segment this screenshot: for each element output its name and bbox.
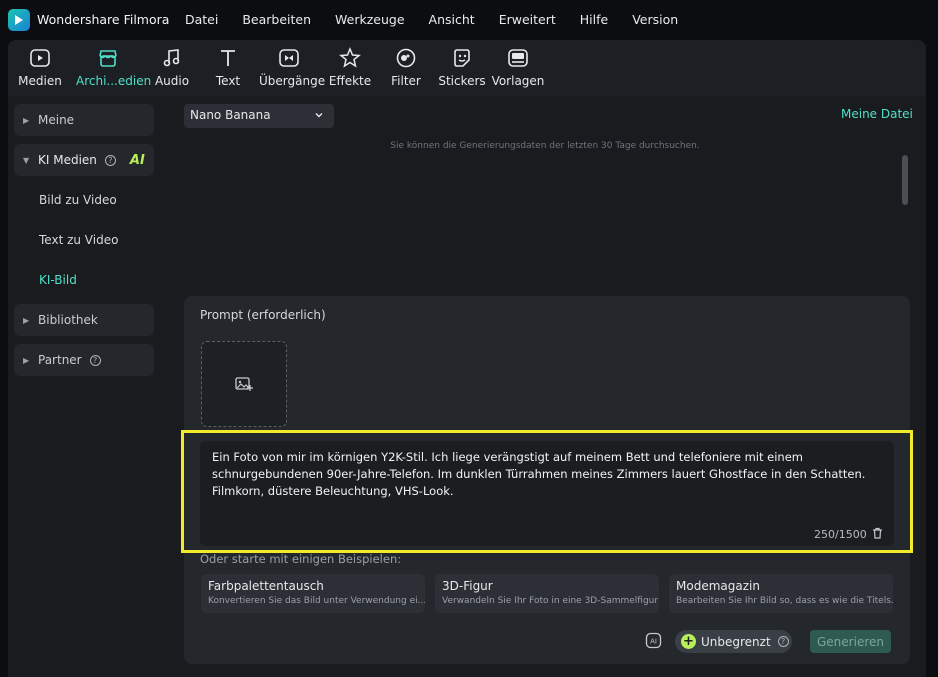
template-icon: [508, 49, 528, 67]
tool-vorlagen[interactable]: Vorlagen: [488, 46, 548, 88]
tool-label: Text: [215, 74, 241, 88]
example-card-desc: Konvertieren Sie das Bild unter Verwendu…: [208, 596, 425, 606]
media-toolbar: Medien Archi...edien Audio Text Übergäng…: [8, 40, 926, 96]
tool-label: Audio: [154, 74, 190, 88]
caret-right-icon: ▶: [23, 356, 30, 365]
tool-text[interactable]: Text: [198, 46, 258, 88]
filmora-logo-icon: [8, 9, 30, 31]
highlight-box: [181, 430, 913, 553]
app-title: Wondershare Filmora: [37, 12, 170, 27]
sidebar-item-meine[interactable]: ▶ Meine: [14, 104, 154, 136]
plus-icon: +: [681, 634, 696, 649]
example-card-3d-figur[interactable]: 3D-Figur Verwandeln Sie Ihr Foto in eine…: [435, 574, 659, 613]
menu-bearbeiten[interactable]: Bearbeiten: [242, 12, 311, 27]
tool-label: Effekte: [328, 74, 372, 88]
sidebar-item-text-zu-video[interactable]: Text zu Video: [39, 233, 118, 247]
tool-effekte[interactable]: Effekte: [320, 46, 380, 88]
tool-label: Archi...edien: [76, 74, 152, 88]
example-card-title: 3D-Figur: [442, 579, 493, 593]
image-upload-area[interactable]: [201, 341, 287, 427]
tool-label: Übergänge: [259, 74, 326, 88]
effects-star-icon: [339, 47, 361, 68]
sidebar-item-bibliothek[interactable]: ▶ Bibliothek: [14, 304, 154, 336]
examples-label: Oder starte mit einigen Beispielen:: [200, 552, 402, 566]
example-card-desc: Verwandeln Sie Ihr Foto in eine 3D-Samme…: [442, 596, 659, 606]
sidebar-item-ki-bild[interactable]: KI-Bild: [39, 273, 77, 287]
text-icon: [221, 50, 235, 66]
svg-text:AI: AI: [650, 638, 657, 646]
menu-erweitert[interactable]: Erweitert: [499, 12, 556, 27]
chevron-down-icon: [314, 109, 324, 123]
menu-version[interactable]: Version: [632, 12, 678, 27]
ai-badge: AI: [129, 152, 145, 168]
unlimited-credits-button[interactable]: + Unbegrenzt ?: [675, 630, 792, 653]
menu-werkzeuge[interactable]: Werkzeuge: [335, 12, 405, 27]
sidebar-item-ki-medien[interactable]: ▼ KI Medien ? AI: [14, 144, 154, 176]
menu-bar: Datei Bearbeiten Werkzeuge Ansicht Erwei…: [185, 12, 702, 27]
sidebar-item-label: Partner: [38, 353, 82, 367]
filter-icon: [396, 48, 416, 68]
history-hint: Sie können die Generierungsdaten der let…: [390, 141, 700, 151]
example-card-desc: Bearbeiten Sie Ihr Bild so, dass es wie …: [676, 596, 893, 606]
add-image-icon: [235, 377, 253, 391]
example-card-farbpalettentausch[interactable]: Farbpalettentausch Konvertieren Sie das …: [201, 574, 425, 613]
sidebar-item-partner[interactable]: ▶ Partner ?: [14, 344, 154, 376]
unlimited-label: Unbegrenzt: [701, 634, 771, 649]
tool-stickers[interactable]: Stickers: [432, 46, 492, 88]
archive-media-icon: [99, 50, 117, 67]
music-note-icon: [163, 49, 180, 67]
tool-filter[interactable]: Filter: [376, 46, 436, 88]
tool-label: Stickers: [438, 74, 486, 88]
prompt-title: Prompt (erforderlich): [200, 308, 326, 322]
example-card-title: Farbpalettentausch: [208, 579, 324, 593]
caret-down-icon: ▼: [23, 156, 30, 165]
sidebar-item-bild-zu-video[interactable]: Bild zu Video: [39, 193, 117, 207]
model-select[interactable]: Nano Banana: [184, 104, 334, 128]
tool-label: Filter: [391, 74, 421, 88]
help-icon[interactable]: ?: [104, 154, 116, 166]
caret-right-icon: ▶: [23, 316, 30, 325]
tool-label: Vorlagen: [491, 74, 545, 88]
sidebar-item-label: Meine: [38, 113, 75, 127]
example-card-modemagazin[interactable]: Modemagazin Bearbeiten Sie Ihr Bild so, …: [669, 574, 893, 613]
tool-label: Medien: [18, 74, 62, 88]
transition-icon: [279, 49, 299, 67]
example-card-title: Modemagazin: [676, 579, 760, 593]
sidebar-item-label: Bibliothek: [38, 313, 98, 327]
sidebar-item-label: KI Medien: [38, 153, 97, 167]
caret-right-icon: ▶: [23, 116, 30, 125]
tool-archiv-medien[interactable]: Archi...edien: [76, 46, 152, 88]
media-icon: [30, 49, 50, 67]
meine-datei-link[interactable]: Meine Datei: [841, 107, 913, 121]
sticker-icon: [454, 49, 470, 67]
scrollbar[interactable]: [902, 155, 908, 205]
help-icon[interactable]: ?: [777, 636, 789, 647]
help-icon[interactable]: ?: [89, 354, 101, 366]
model-select-value: Nano Banana: [190, 108, 271, 122]
tool-uebergaenge[interactable]: Übergänge: [259, 46, 326, 88]
menu-hilfe[interactable]: Hilfe: [580, 12, 608, 27]
title-bar: Wondershare Filmora Datei Bearbeiten Wer…: [0, 0, 938, 40]
tool-medien[interactable]: Medien: [10, 46, 70, 88]
generate-button[interactable]: Generieren: [810, 630, 891, 653]
menu-datei[interactable]: Datei: [185, 12, 218, 27]
menu-ansicht[interactable]: Ansicht: [429, 12, 475, 27]
ai-assist-icon[interactable]: AI: [645, 632, 663, 650]
tool-audio[interactable]: Audio: [142, 46, 202, 88]
